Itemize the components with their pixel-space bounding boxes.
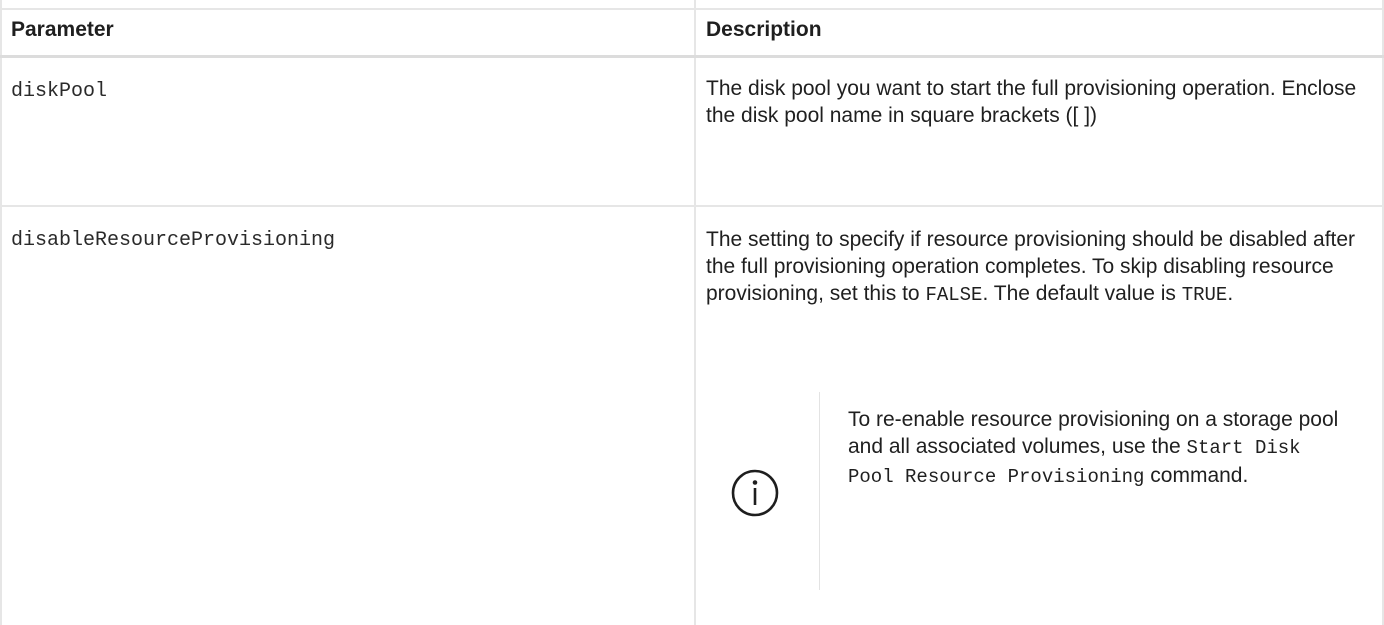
info-note: To re-enable resource provisioning on a … bbox=[707, 392, 1367, 592]
header-parameter: Parameter bbox=[11, 18, 114, 41]
code-false: FALSE bbox=[925, 284, 983, 306]
table-border-left bbox=[0, 0, 2, 625]
row-1-description: The disk pool you want to start the full… bbox=[706, 77, 1357, 127]
parameters-table: Parameter Description diskPool The disk … bbox=[0, 0, 1384, 625]
row-2-parameter: disableResourceProvisioning bbox=[11, 229, 336, 252]
row-2-description-text-2: . The default value is bbox=[982, 282, 1182, 305]
row-1-parameter: diskPool bbox=[11, 80, 108, 103]
info-icon bbox=[729, 467, 781, 519]
row-divider bbox=[0, 205, 1384, 207]
header-description: Description bbox=[706, 18, 822, 41]
table-border-top bbox=[0, 8, 1384, 10]
note-divider bbox=[819, 392, 820, 590]
header-divider bbox=[0, 55, 1384, 58]
column-divider bbox=[694, 0, 696, 625]
row-2-description: The setting to specify if resource provi… bbox=[706, 226, 1366, 309]
code-true: TRUE bbox=[1181, 284, 1228, 306]
note-text: To re-enable resource provisioning on a … bbox=[848, 406, 1348, 491]
row-2-description-text-3: . bbox=[1227, 282, 1234, 305]
note-text-2: command. bbox=[1144, 464, 1249, 487]
